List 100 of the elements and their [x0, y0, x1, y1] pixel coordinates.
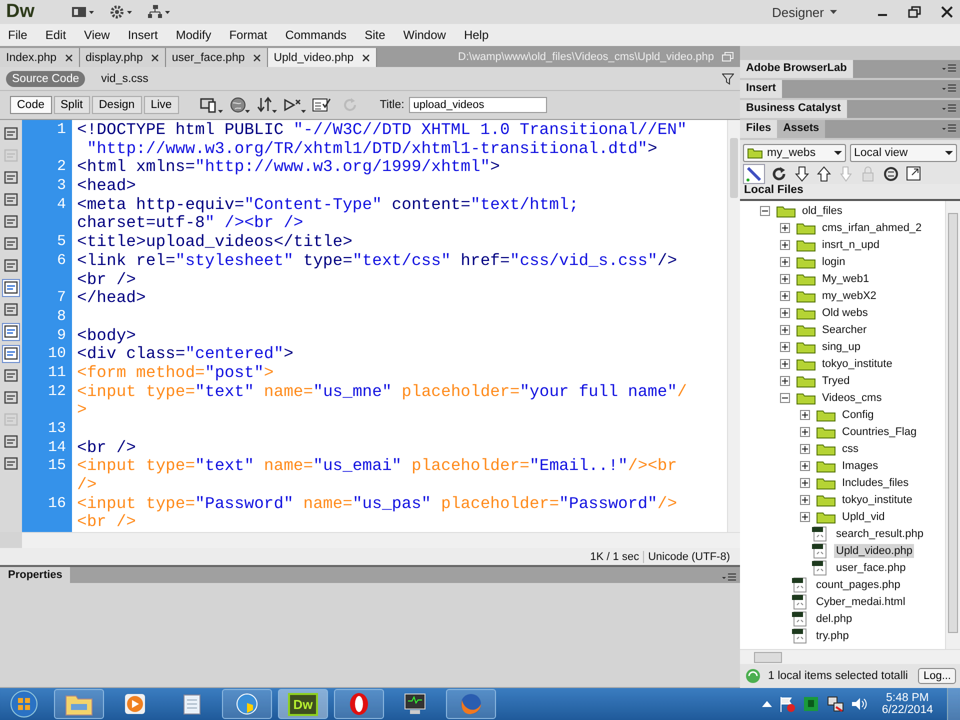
tree-item[interactable]: try.php — [814, 628, 851, 642]
panel-tab[interactable]: Business Catalyst — [740, 100, 847, 118]
view-button[interactable]: Design — [92, 96, 142, 114]
panel-menu-icon[interactable] — [942, 124, 956, 134]
close-icon[interactable] — [64, 54, 73, 62]
panel-menu-icon[interactable] — [942, 64, 956, 74]
sync-icon[interactable] — [882, 165, 900, 183]
flag-icon[interactable] — [778, 695, 796, 713]
tree-item[interactable]: login — [820, 254, 848, 268]
taskbar-app[interactable] — [334, 689, 384, 719]
expander-icon[interactable] — [780, 308, 790, 318]
restore-icon[interactable] — [908, 6, 922, 18]
panel-tab[interactable]: Files — [740, 120, 778, 138]
expander-icon[interactable] — [800, 410, 810, 420]
tree-item[interactable]: tokyo_institute — [820, 356, 894, 370]
tree-item[interactable]: Config — [840, 408, 876, 422]
view-button[interactable]: Split — [54, 96, 90, 114]
expander-icon[interactable] — [800, 494, 810, 504]
close-icon[interactable] — [150, 54, 159, 62]
expander-icon[interactable] — [780, 240, 790, 250]
vertical-scrollbar[interactable] — [727, 120, 740, 532]
tree-item[interactable]: css — [840, 442, 860, 456]
related-file[interactable]: vid_s.css — [95, 70, 154, 86]
expander-icon[interactable] — [780, 342, 790, 352]
close-icon[interactable] — [940, 6, 954, 18]
coding-tool-icon[interactable] — [3, 456, 19, 472]
panel-tab[interactable]: Insert — [740, 80, 782, 98]
tree-item[interactable]: Includes_files — [840, 476, 911, 490]
tree-item[interactable]: del.php — [814, 612, 854, 626]
coding-tool-icon[interactable] — [3, 214, 19, 230]
tree-item[interactable]: my_webX2 — [820, 288, 878, 302]
view-dropdown[interactable]: Local view — [850, 144, 957, 162]
menu-item[interactable]: Site — [364, 28, 386, 42]
coding-tool-icon[interactable] — [3, 170, 19, 186]
tree-item[interactable]: Countries_Flag — [840, 424, 919, 438]
menu-item[interactable]: Help — [464, 28, 489, 42]
document-tab[interactable]: Index.php — [0, 48, 80, 67]
panel-tab[interactable]: Adobe BrowserLab — [740, 60, 853, 78]
site-dropdown[interactable]: my_webs — [743, 144, 846, 162]
menu-item[interactable]: Modify — [176, 28, 212, 42]
tree-item[interactable]: insrt_n_upd — [820, 238, 882, 252]
expander-icon[interactable] — [780, 358, 790, 368]
menu-item[interactable]: Commands — [285, 28, 347, 42]
tree-item[interactable]: cms_irfan_ahmed_2 — [820, 220, 924, 234]
connect-icon[interactable] — [744, 165, 764, 183]
coding-tool-icon[interactable] — [3, 390, 19, 406]
menu-item[interactable]: View — [84, 28, 110, 42]
expander-icon[interactable] — [780, 274, 790, 284]
document-tab[interactable]: user_face.php — [166, 48, 268, 67]
panel-tab[interactable]: Assets — [777, 120, 826, 138]
horizontal-scrollbar[interactable] — [740, 649, 960, 664]
panel-menu-icon[interactable] — [942, 84, 956, 94]
expander-icon[interactable] — [800, 512, 810, 522]
tree-item[interactable]: user_face.php — [834, 560, 908, 574]
close-icon[interactable] — [362, 54, 370, 62]
panel-menu-icon[interactable] — [942, 104, 956, 114]
multiscreen-icon[interactable] — [200, 96, 224, 114]
debug-icon[interactable] — [282, 96, 307, 114]
site-tree-dropdown-icon[interactable] — [146, 5, 170, 19]
tree-item[interactable]: tokyo_institute — [840, 492, 914, 506]
coding-tool-icon[interactable] — [3, 280, 19, 296]
close-icon[interactable] — [252, 54, 261, 62]
tree-item[interactable]: sing_up — [820, 340, 863, 354]
menu-item[interactable]: Format — [229, 28, 268, 42]
menu-item[interactable]: Edit — [45, 28, 66, 42]
tree-item[interactable]: Videos_cms — [820, 390, 884, 404]
coding-tool-icon[interactable] — [3, 434, 19, 450]
menu-item[interactable]: Insert — [128, 28, 158, 42]
gear-dropdown-icon[interactable] — [108, 5, 132, 19]
log-button[interactable]: Log... — [918, 668, 956, 684]
coding-tool-icon[interactable] — [3, 346, 19, 362]
filter-icon[interactable] — [722, 72, 734, 84]
expander-icon[interactable] — [780, 290, 790, 300]
tree-item[interactable]: Images — [840, 458, 880, 472]
clock-date[interactable]: 6/22/2014 — [882, 704, 933, 716]
down-arrow-icon[interactable] — [794, 165, 810, 183]
expander-icon[interactable] — [800, 444, 810, 454]
tree-item[interactable]: Cyber_medai.html — [814, 594, 908, 608]
horizontal-scrollbar[interactable] — [22, 532, 740, 548]
view-button[interactable]: Code — [10, 96, 52, 114]
menu-item[interactable]: Window — [403, 28, 446, 42]
expander-icon[interactable] — [760, 206, 770, 216]
expander-icon[interactable] — [780, 256, 790, 266]
expander-icon[interactable] — [800, 478, 810, 488]
tree-item[interactable]: Upld_video.php — [834, 544, 914, 558]
expander-icon[interactable] — [780, 376, 790, 386]
up-arrow-icon[interactable] — [816, 165, 832, 183]
coding-tool-icon[interactable] — [3, 192, 19, 208]
taskbar-app[interactable]: Dw — [278, 689, 328, 719]
up-down-arrows-icon[interactable] — [256, 96, 278, 114]
panel-tab[interactable]: Properties — [0, 567, 70, 583]
tree-item[interactable]: Searcher — [820, 322, 869, 336]
tree-item[interactable]: My_web1 — [820, 272, 872, 286]
network-icon[interactable] — [826, 695, 844, 713]
coding-tool-icon[interactable] — [3, 236, 19, 252]
document-tab[interactable]: Upld_video.php — [268, 48, 377, 67]
tree-item[interactable]: Tryed — [820, 374, 852, 388]
expander-icon[interactable] — [780, 222, 790, 232]
coding-tool-icon[interactable] — [3, 302, 19, 318]
tray-arrow-icon[interactable] — [762, 700, 772, 708]
